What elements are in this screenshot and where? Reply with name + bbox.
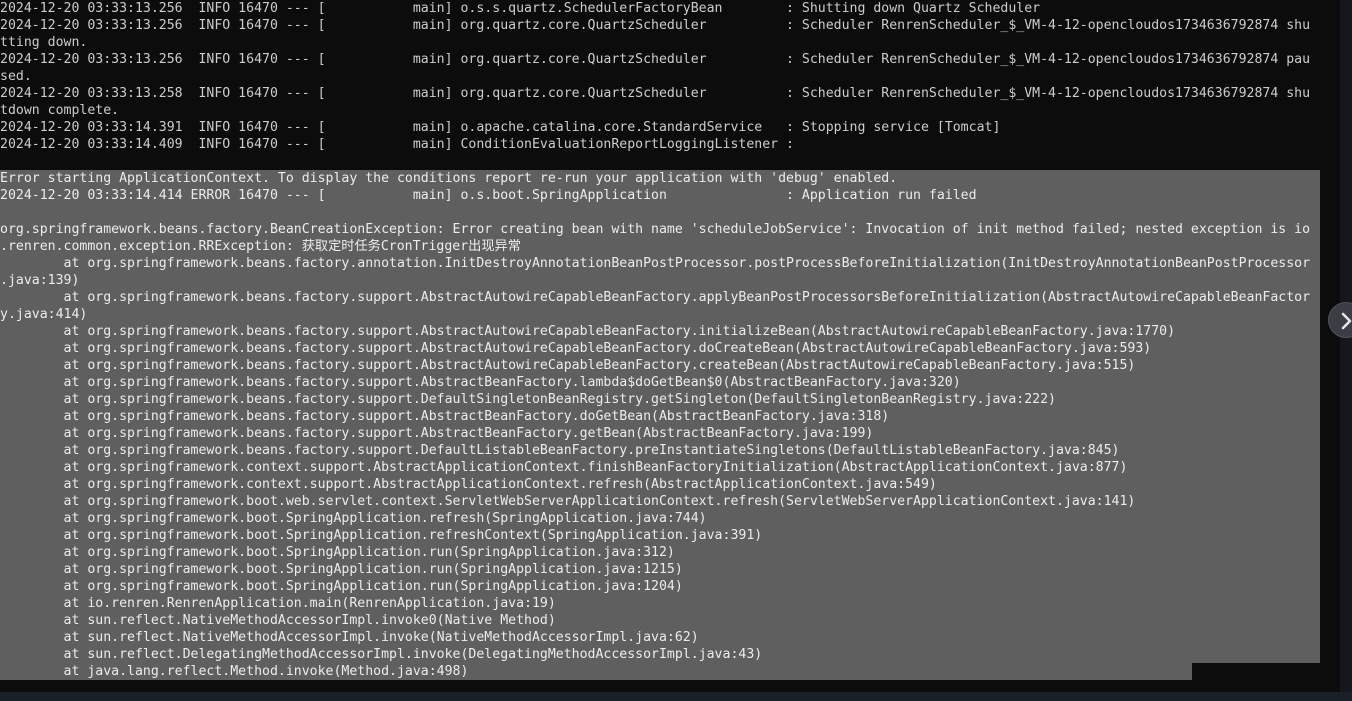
log-line: at org.springframework.beans.factory.sup… <box>0 391 1320 408</box>
log-lines[interactable]: 2024-12-20 03:33:13.256 INFO 16470 --- [… <box>0 0 1320 680</box>
log-line: 2024-12-20 03:33:14.409 INFO 16470 --- [… <box>0 137 794 152</box>
log-line: at org.springframework.boot.SpringApplic… <box>0 544 1320 561</box>
log-line <box>0 204 1320 221</box>
log-line: at sun.reflect.NativeMethodAccessorImpl.… <box>0 612 1320 629</box>
log-line: at sun.reflect.NativeMethodAccessorImpl.… <box>0 629 1320 646</box>
log-line: 2024-12-20 03:33:14.414 ERROR 16470 --- … <box>0 187 1320 204</box>
log-line: at org.springframework.beans.factory.sup… <box>0 374 1320 391</box>
log-line: at sun.reflect.DelegatingMethodAccessorI… <box>0 646 1320 663</box>
log-line: .java:139) <box>0 272 1320 289</box>
chevron-right-icon <box>1341 312 1352 330</box>
log-line: 2024-12-20 03:33:13.258 INFO 16470 --- [… <box>0 86 1311 101</box>
log-line: org.springframework.beans.factory.BeanCr… <box>0 221 1320 238</box>
log-line: at io.renren.RenrenApplication.main(Renr… <box>0 595 1320 612</box>
log-line: tting down. <box>0 35 88 50</box>
log-line: at org.springframework.boot.SpringApplic… <box>0 561 1320 578</box>
log-line: at org.springframework.boot.SpringApplic… <box>0 578 1320 595</box>
log-line: at org.springframework.beans.factory.sup… <box>0 425 1320 442</box>
log-line: at org.springframework.beans.factory.sup… <box>0 442 1320 459</box>
log-line: at org.springframework.boot.web.servlet.… <box>0 493 1320 510</box>
log-line: 2024-12-20 03:33:14.391 INFO 16470 --- [… <box>0 120 1001 135</box>
log-line: y.java:414) <box>0 306 1320 323</box>
log-line: at org.springframework.boot.SpringApplic… <box>0 527 1320 544</box>
log-line: at org.springframework.beans.factory.sup… <box>0 340 1320 357</box>
window-right-edge <box>1340 0 1352 701</box>
log-line: tdown complete. <box>0 103 120 118</box>
log-line: 2024-12-20 03:33:13.256 INFO 16470 --- [… <box>0 52 1311 67</box>
log-line: at org.springframework.beans.factory.sup… <box>0 357 1320 374</box>
log-line: at org.springframework.beans.factory.sup… <box>0 408 1320 425</box>
log-line: at org.springframework.context.support.A… <box>0 459 1320 476</box>
window-bottom-edge <box>0 692 1352 701</box>
log-line: sed. <box>0 69 32 84</box>
log-line: .renren.common.exception.RRException: 获取… <box>0 238 1320 255</box>
log-line: at org.springframework.beans.factory.sup… <box>0 289 1320 306</box>
log-line: at org.springframework.beans.factory.sup… <box>0 323 1320 340</box>
log-line: 2024-12-20 03:33:13.256 INFO 16470 --- [… <box>0 1 1041 16</box>
log-line: Error starting ApplicationContext. To di… <box>0 170 1320 187</box>
terminal-output[interactable]: 2024-12-20 03:33:13.256 INFO 16470 --- [… <box>0 0 1340 692</box>
log-line: at org.springframework.boot.SpringApplic… <box>0 510 1320 527</box>
log-line: at java.lang.reflect.Method.invoke(Metho… <box>0 663 1192 680</box>
log-line: 2024-12-20 03:33:13.256 INFO 16470 --- [… <box>0 18 1311 33</box>
log-line: at org.springframework.context.support.A… <box>0 476 1320 493</box>
log-line: at org.springframework.beans.factory.ann… <box>0 255 1320 272</box>
